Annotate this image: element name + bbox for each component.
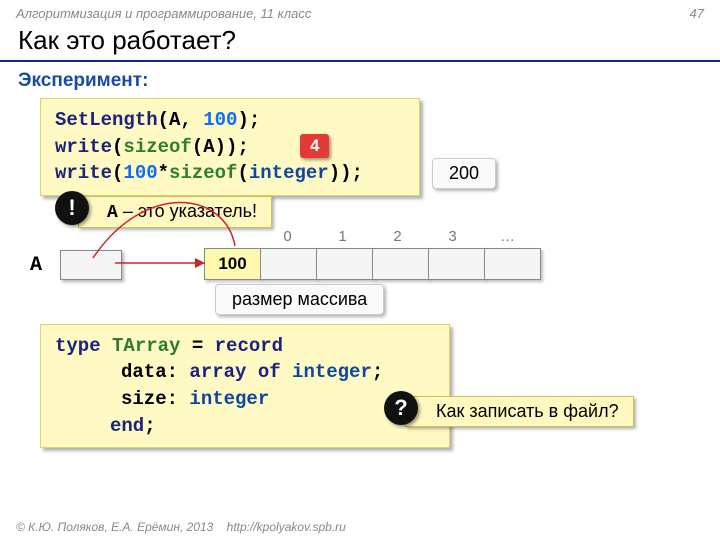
slide-subtitle: Эксперимент: [0, 68, 720, 98]
slide-header: Алгоритмизация и программирование, 11 кл… [0, 0, 720, 23]
slide-footer: © К.Ю. Поляков, Е.А. Ерёмин, 2013 http:/… [16, 520, 346, 534]
index-row: 0 1 2 3 … [260, 228, 535, 245]
exclamation-icon: ! [55, 191, 89, 225]
result-badge-200: 200 [432, 158, 496, 189]
page-number: 47 [690, 6, 704, 21]
slide-title: Как это работает? [0, 23, 720, 62]
cell [372, 248, 429, 280]
pointer-box [60, 250, 122, 280]
var-label: A [30, 254, 42, 277]
cell [260, 248, 317, 280]
array-size-label: размер массива [215, 284, 384, 315]
cell [484, 248, 541, 280]
cell [316, 248, 373, 280]
cell-size: 100 [204, 248, 261, 280]
question-note: Как записать в файл? [405, 396, 634, 427]
memory-diagram: A 0 1 2 3 … 100 размер массива [40, 218, 720, 296]
course-label: Алгоритмизация и программирование, 11 кл… [16, 6, 311, 21]
code-block-1: SetLength(A, 100); write(sizeof(A)); wri… [40, 98, 420, 196]
memory-cells: 100 [205, 248, 541, 280]
code-block-2: type TArray = record data: array of inte… [40, 324, 450, 448]
footer-url: http://kpolyakov.spb.ru [227, 520, 346, 534]
cell [428, 248, 485, 280]
question-icon: ? [384, 391, 418, 425]
result-badge-4: 4 [300, 134, 329, 158]
